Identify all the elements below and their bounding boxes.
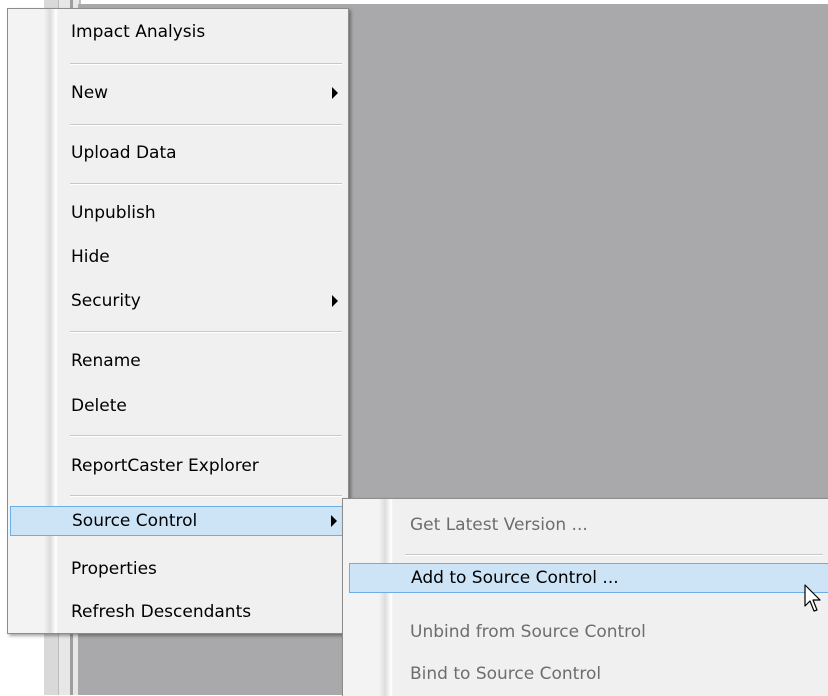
menu-item-upload-data[interactable]: Upload Data bbox=[10, 138, 346, 168]
context-menu: Impact Analysis New Upload Data Unpublis… bbox=[7, 8, 349, 634]
menu-item-rename[interactable]: Rename bbox=[10, 346, 346, 376]
menu-item-label: Refresh Descendants bbox=[71, 602, 252, 622]
menu-item-label: Get Latest Version ... bbox=[410, 515, 588, 535]
menu-item-label: Bind to Source Control bbox=[410, 664, 602, 684]
menu-item-new[interactable]: New bbox=[10, 78, 346, 108]
menu-item-label: Unpublish bbox=[71, 203, 156, 223]
menu-item-label: Hide bbox=[71, 247, 110, 267]
menu-separator bbox=[405, 554, 823, 556]
menu-item-label: Unbind from Source Control bbox=[410, 622, 646, 642]
menu-item-label: Impact Analysis bbox=[71, 22, 206, 42]
menu-separator bbox=[70, 124, 342, 126]
submenu-arrow-icon bbox=[331, 515, 337, 527]
menu-item-label: Delete bbox=[71, 396, 127, 416]
menu-item-impact-analysis[interactable]: Impact Analysis bbox=[10, 17, 346, 47]
menu-separator bbox=[70, 183, 342, 185]
menu-item-label: Source Control bbox=[72, 511, 198, 531]
submenu-item-get-latest-version[interactable]: Get Latest Version ... bbox=[345, 510, 827, 540]
menu-item-label: Add to Source Control ... bbox=[411, 568, 619, 588]
submenu-arrow-icon bbox=[332, 87, 338, 99]
menu-item-source-control[interactable]: Source Control bbox=[10, 506, 346, 536]
submenu-item-bind-to-source-control[interactable]: Bind to Source Control bbox=[345, 659, 827, 689]
menu-separator bbox=[70, 495, 342, 497]
menu-item-unpublish[interactable]: Unpublish bbox=[10, 198, 346, 228]
menu-item-reportcaster-explorer[interactable]: ReportCaster Explorer bbox=[10, 451, 346, 481]
mouse-pointer-icon bbox=[804, 584, 821, 612]
menu-item-refresh-descendants[interactable]: Refresh Descendants bbox=[10, 597, 346, 627]
menu-separator bbox=[70, 435, 342, 437]
menu-item-label: ReportCaster Explorer bbox=[71, 456, 259, 476]
menu-item-label: Properties bbox=[71, 559, 157, 579]
submenu-item-add-to-source-control[interactable]: Add to Source Control ... bbox=[349, 563, 828, 593]
menu-separator bbox=[70, 63, 342, 65]
menu-item-security[interactable]: Security bbox=[10, 286, 346, 316]
menu-item-label: Security bbox=[71, 291, 141, 311]
menu-item-label: Rename bbox=[71, 351, 141, 371]
submenu-arrow-icon bbox=[332, 295, 338, 307]
menu-separator bbox=[70, 331, 342, 333]
menu-item-hide[interactable]: Hide bbox=[10, 242, 346, 272]
menu-item-label: New bbox=[71, 83, 109, 103]
source-control-submenu: Get Latest Version ... Add to Source Con… bbox=[342, 498, 828, 696]
submenu-item-unbind-from-source-control[interactable]: Unbind from Source Control bbox=[345, 617, 827, 647]
menu-item-delete[interactable]: Delete bbox=[10, 391, 346, 421]
menu-item-label: Upload Data bbox=[71, 143, 177, 163]
menu-item-properties[interactable]: Properties bbox=[10, 554, 346, 584]
